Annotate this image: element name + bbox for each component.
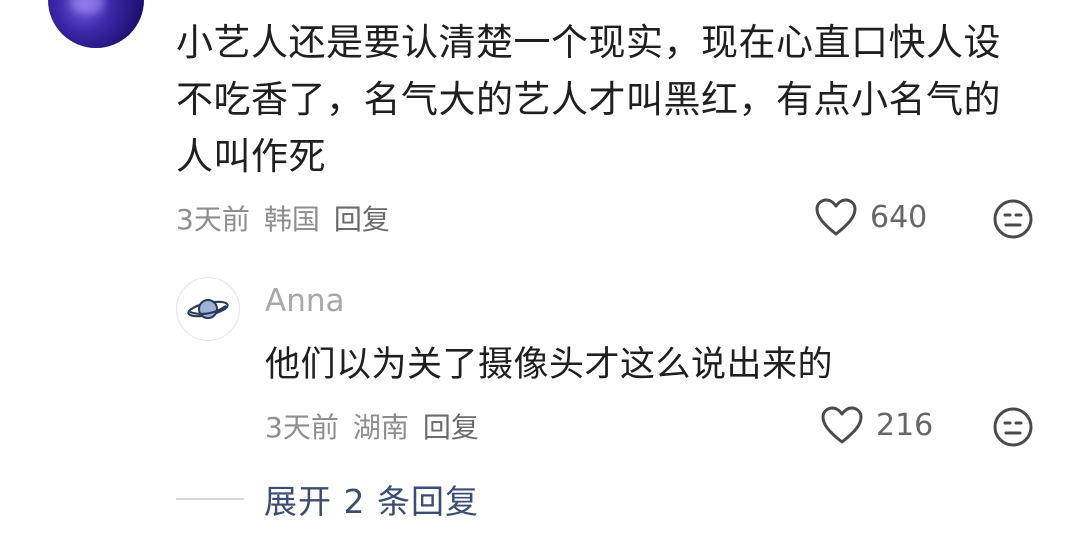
reply-like-count: 216 [876,407,934,443]
comment-time: 3天前 [176,203,250,236]
comment-location: 韩国 [263,203,320,236]
expand-replies-link[interactable]: 展开 2 条回复 [264,475,479,523]
reply-avatar[interactable] [176,277,240,341]
neutral-face-icon[interactable] [992,198,1034,240]
neutral-face-icon[interactable] [992,406,1034,448]
expand-replies[interactable]: 展开 2 条回复 [176,475,479,523]
reply-meta: 3天前 湖南 回复 [265,406,493,446]
comment-meta: 3天前 韩国 回复 [176,198,404,238]
comment-text-line: 不吃香了，名气大的艺人才叫黑红，有点小名气的 [176,78,1001,121]
reply-author-name[interactable]: Anna [265,283,345,319]
comment-text-line: 小艺人还是要认清楚一个现实，现在心直口快人设 [176,21,1001,64]
divider [176,498,244,500]
reply-button[interactable]: 回复 [334,198,390,238]
planet-icon [187,299,229,319]
heart-outline-icon [821,406,863,444]
reply-time: 3天前 [265,411,339,444]
reply-text: 他们以为关了摄像头才这么说出来的 [265,345,834,385]
reply-location: 湖南 [352,411,409,444]
comment-text: 小艺人还是要认清楚一个现实，现在心直口快人设 不吃香了，名气大的艺人才叫黑红，有… [176,14,1036,185]
reply-reply-button[interactable]: 回复 [423,406,479,446]
heart-outline-icon [815,198,857,236]
comment-text-line: 人叫作死 [176,135,326,178]
like-count: 640 [870,199,928,235]
like-button[interactable]: 640 [814,197,927,237]
commenter-avatar[interactable] [48,0,144,48]
reply-like-button[interactable]: 216 [820,405,933,445]
